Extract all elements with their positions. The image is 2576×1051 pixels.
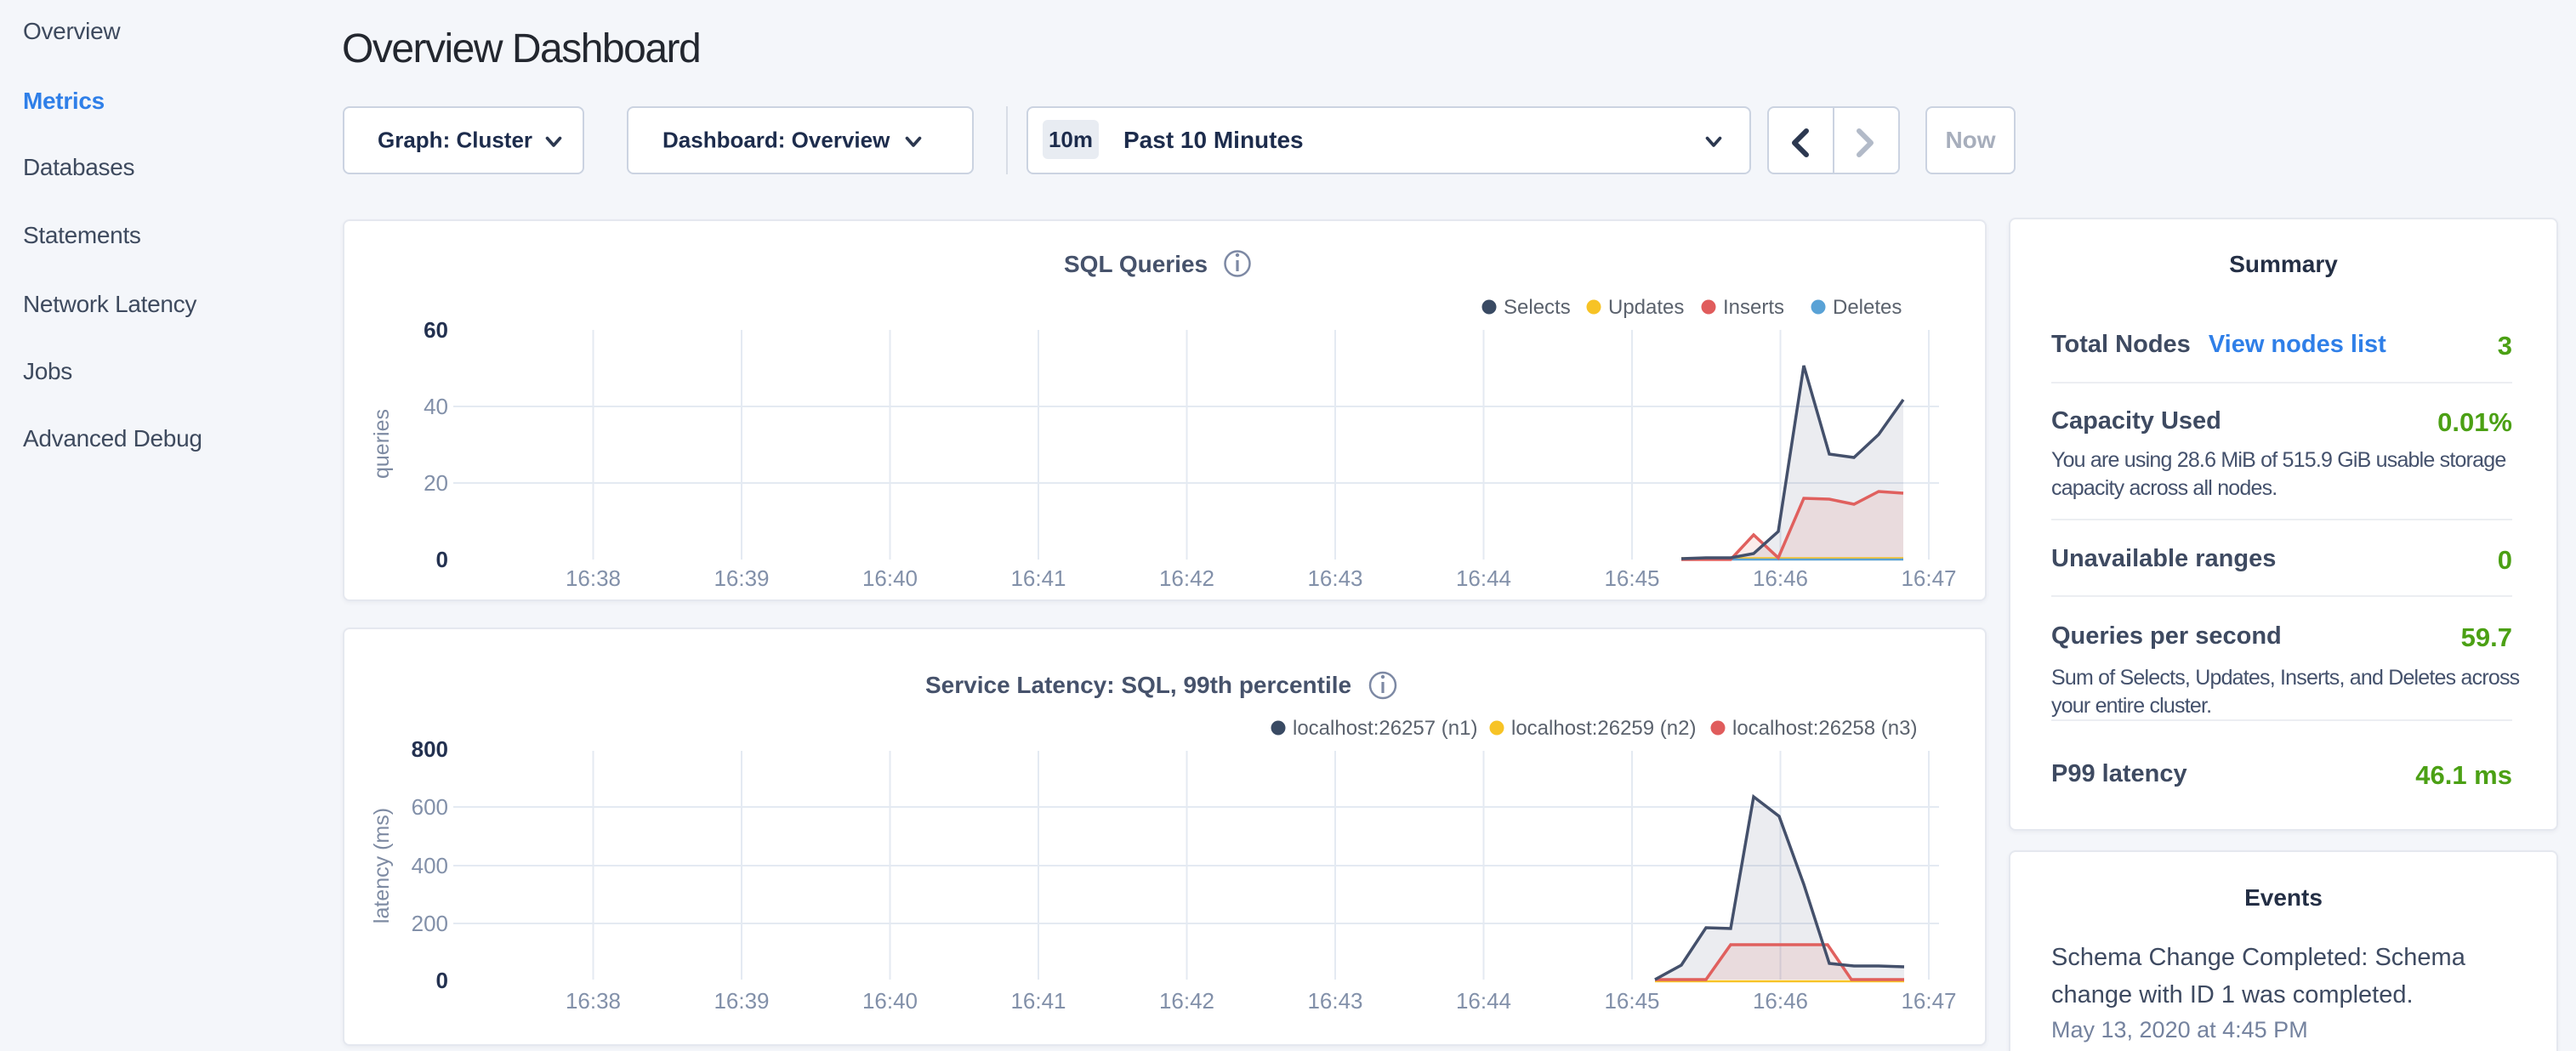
svg-text:SQL Queries: SQL Queries [1064, 251, 1208, 277]
svg-text:20: 20 [424, 470, 448, 496]
svg-text:16:38: 16:38 [566, 565, 621, 591]
svg-text:latency (ms): latency (ms) [370, 808, 394, 923]
svg-text:16:44: 16:44 [1456, 565, 1511, 591]
svg-text:16:38: 16:38 [566, 988, 621, 1014]
svg-text:localhost:26259 (n2): localhost:26259 (n2) [1511, 717, 1696, 740]
svg-text:16:39: 16:39 [714, 988, 769, 1014]
svg-text:0: 0 [436, 547, 448, 572]
svg-text:60: 60 [424, 317, 448, 343]
svg-text:16:43: 16:43 [1307, 988, 1362, 1014]
svg-text:600: 600 [412, 794, 448, 820]
svg-text:Deletes: Deletes [1833, 296, 1902, 319]
svg-text:16:44: 16:44 [1456, 988, 1511, 1014]
svg-text:16:40: 16:40 [862, 988, 918, 1014]
svg-text:16:42: 16:42 [1159, 565, 1214, 591]
svg-text:16:43: 16:43 [1307, 565, 1362, 591]
svg-text:localhost:26258 (n3): localhost:26258 (n3) [1732, 717, 1917, 740]
svg-text:16:46: 16:46 [1753, 565, 1808, 591]
svg-text:16:45: 16:45 [1604, 988, 1659, 1014]
svg-text:40: 40 [424, 394, 448, 419]
svg-text:16:39: 16:39 [714, 565, 769, 591]
svg-text:localhost:26257 (n1): localhost:26257 (n1) [1293, 717, 1477, 740]
svg-text:16:42: 16:42 [1159, 988, 1214, 1014]
svg-text:16:41: 16:41 [1010, 988, 1066, 1014]
svg-text:400: 400 [412, 853, 448, 878]
svg-text:16:41: 16:41 [1010, 565, 1066, 591]
svg-text:Service Latency: SQL, 99th per: Service Latency: SQL, 99th percentile [925, 672, 1351, 698]
svg-text:16:46: 16:46 [1753, 988, 1808, 1014]
svg-text:0: 0 [436, 968, 448, 993]
svg-text:16:45: 16:45 [1604, 565, 1659, 591]
svg-text:200: 200 [412, 911, 448, 936]
svg-text:Inserts: Inserts [1723, 296, 1784, 319]
svg-text:16:40: 16:40 [862, 565, 918, 591]
svg-text:800: 800 [412, 736, 448, 762]
svg-text:queries: queries [370, 409, 394, 479]
svg-text:Selects: Selects [1504, 296, 1571, 319]
svg-text:16:47: 16:47 [1901, 988, 1956, 1014]
svg-text:16:47: 16:47 [1901, 565, 1956, 591]
svg-text:Updates: Updates [1608, 296, 1684, 319]
